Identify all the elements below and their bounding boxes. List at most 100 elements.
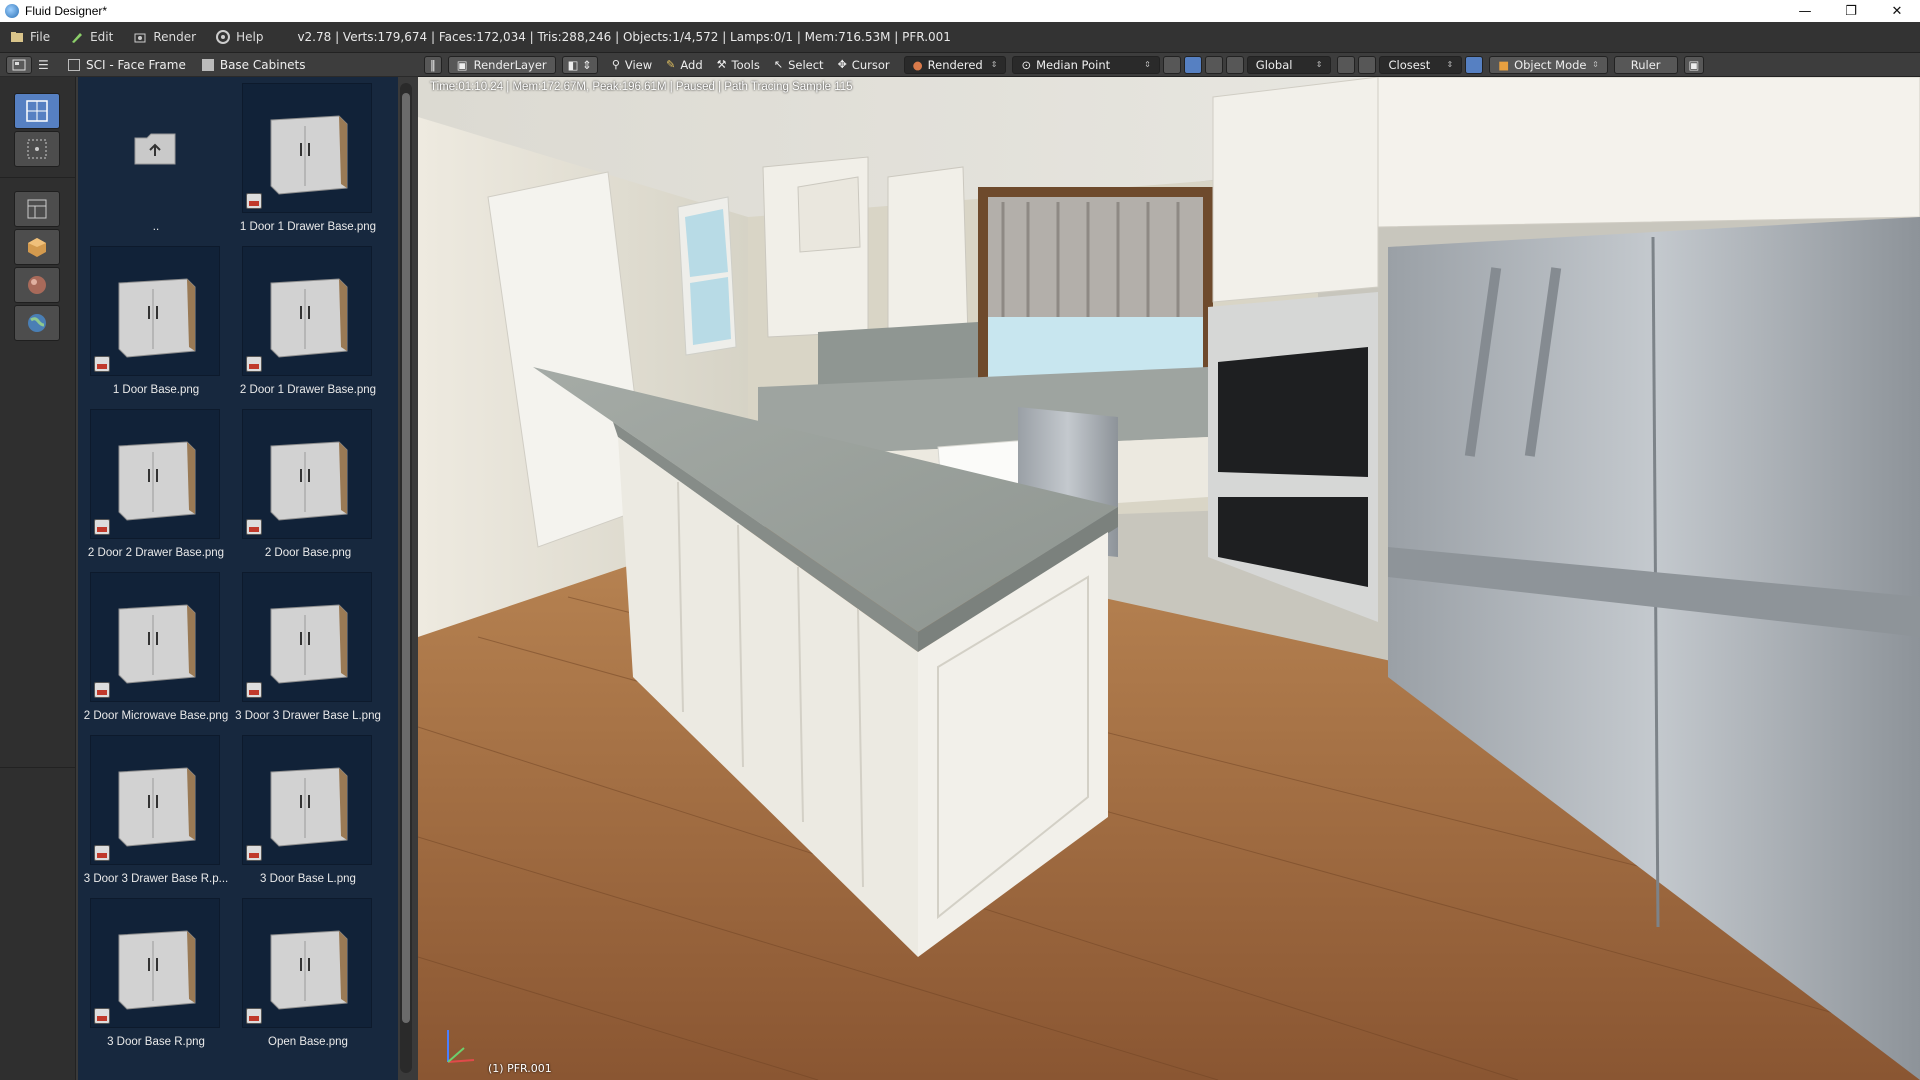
- render-layer-label: RenderLayer: [473, 57, 547, 72]
- image-file-icon: [246, 356, 262, 372]
- snap-target-label: Closest: [1388, 57, 1431, 72]
- library-file-item[interactable]: 2 Door 2 Drawer Base.png: [80, 409, 232, 572]
- material-library-button[interactable]: [14, 267, 60, 303]
- image-file-icon: [94, 682, 110, 698]
- grid-icon: [26, 100, 48, 122]
- manipulator-toggle[interactable]: [1162, 55, 1181, 74]
- image-file-icon: [246, 845, 262, 861]
- app-logo-icon: [5, 4, 19, 18]
- view-menu[interactable]: ⚲ View: [612, 58, 652, 72]
- breadcrumb-library[interactable]: SCI - Face Frame: [68, 58, 186, 72]
- info-menu-bar: File Edit Render Help v2.78 | Verts:179,…: [0, 22, 1920, 53]
- snap-points-button[interactable]: [14, 131, 60, 167]
- pause-render-button[interactable]: ‖: [424, 55, 442, 74]
- minimize-button[interactable]: —: [1782, 0, 1828, 22]
- library-scrollbar[interactable]: [400, 83, 412, 1073]
- active-object-name: (1) PFR.001: [488, 1062, 552, 1075]
- rotate-manipulator-toggle[interactable]: [1204, 55, 1223, 74]
- add-menu[interactable]: ✎ Add: [666, 58, 702, 72]
- library-file-label: Open Base.png: [268, 1036, 348, 1048]
- ruler-label: Ruler: [1630, 57, 1661, 72]
- image-file-icon: [94, 1008, 110, 1024]
- viewport-header: ‖ ▣ RenderLayer ◧ ⇕ ⚲ View ✎ Add ⚒ Tools ↖ S…: [418, 53, 1920, 77]
- dropdown-arrow-icon: ⇕: [1315, 60, 1323, 69]
- library-file-item[interactable]: 3 Door Base R.png: [80, 898, 232, 1061]
- library-file-label: 1 Door Base.png: [112, 384, 200, 396]
- parent-folder-thumb: [90, 83, 220, 213]
- dropdown-arrow-icon: ⇕: [990, 60, 998, 69]
- library-file-label: 3 Door Base L.png: [260, 873, 356, 885]
- crosshair-icon: ✥: [837, 58, 847, 71]
- library-file-item[interactable]: 2 Door 1 Drawer Base.png: [232, 246, 384, 409]
- pivot-dropdown[interactable]: ⊙ Median Point ⇕: [1012, 55, 1160, 74]
- view-menu-label: View: [624, 57, 653, 72]
- render-status: Time:01:10.24 | Mem:172.67M, Peak:196.61…: [430, 81, 853, 93]
- 3d-viewport[interactable]: Time:01:10.24 | Mem:172.67M, Peak:196.61…: [418, 77, 1920, 1080]
- snap-points-icon: [27, 139, 47, 159]
- library-file-item[interactable]: 3 Door 3 Drawer Base R.p...: [80, 735, 232, 898]
- translate-manipulator-toggle[interactable]: [1183, 55, 1202, 74]
- window-title: Fluid Designer*: [25, 4, 108, 18]
- library-file-label: 1 Door 1 Drawer Base.png: [239, 221, 377, 233]
- close-button[interactable]: ✕: [1874, 0, 1920, 22]
- scene-stats: v2.78 | Verts:179,674 | Faces:172,034 | …: [297, 30, 951, 44]
- image-file-icon: [246, 519, 262, 535]
- breadcrumb-library-label: SCI - Face Frame: [86, 57, 186, 72]
- library-file-item[interactable]: 1 Door 1 Drawer Base.png: [232, 83, 384, 246]
- snap-target-dropdown[interactable]: Closest ⇕: [1379, 55, 1463, 74]
- library-file-item[interactable]: 3 Door 3 Drawer Base L.png: [232, 572, 384, 735]
- folder-icon: [201, 58, 214, 71]
- orientation-dropdown[interactable]: Global ⇕: [1246, 55, 1332, 74]
- image-file-icon: [94, 519, 110, 535]
- library-file-item[interactable]: 2 Door Microwave Base.png: [80, 572, 232, 735]
- grid-view-button[interactable]: [14, 93, 60, 129]
- world-library-button[interactable]: [14, 305, 60, 341]
- breadcrumb-category-label: Base Cabinets: [219, 57, 306, 72]
- image-file-icon: [246, 193, 262, 209]
- pivot-icon: ⊙: [1021, 57, 1032, 72]
- library-file-item[interactable]: 2 Door Base.png: [232, 409, 384, 572]
- menu-edit[interactable]: Edit: [60, 22, 123, 53]
- library-file-label: 3 Door 3 Drawer Base R.p...: [83, 873, 229, 885]
- maximize-button[interactable]: ❐: [1828, 0, 1874, 22]
- parent-folder-label: ..: [152, 221, 160, 233]
- material-sphere-icon: [28, 276, 46, 294]
- image-file-icon: [94, 356, 110, 372]
- object-library-button[interactable]: [14, 229, 60, 265]
- scale-manipulator-toggle[interactable]: [1225, 55, 1244, 74]
- add-menu-label: Add: [680, 57, 703, 72]
- menu-help-label: Help: [236, 30, 264, 44]
- shading-dropdown[interactable]: ● Rendered ⇕: [903, 55, 1007, 74]
- parent-folder-icon: [134, 133, 176, 165]
- breadcrumb-category[interactable]: Base Cabinets: [201, 57, 306, 72]
- render-icon: [133, 30, 147, 44]
- menu-file[interactable]: File: [0, 22, 60, 53]
- dropdown-arrow-icon: ⇕: [1144, 60, 1151, 69]
- select-menu[interactable]: ↖ Select: [774, 58, 824, 72]
- library-file-item[interactable]: 3 Door Base L.png: [232, 735, 384, 898]
- cursor-menu[interactable]: ✥ Cursor: [838, 58, 890, 72]
- dropdown-arrow-icon: ⇕: [1592, 60, 1599, 69]
- layout-button[interactable]: [14, 191, 60, 227]
- snap-align-toggle[interactable]: [1465, 55, 1484, 74]
- snap-toggle[interactable]: [1358, 55, 1377, 74]
- layout-icon: [27, 199, 47, 219]
- menu-render[interactable]: Render: [123, 22, 206, 53]
- library-file-item[interactable]: Open Base.png: [232, 898, 384, 1061]
- proportional-edit-toggle[interactable]: [1337, 55, 1356, 74]
- image-file-icon: [94, 845, 110, 861]
- viewport-editor-type-button[interactable]: ◧ ⇕: [561, 55, 598, 74]
- library-scrollbar-thumb[interactable]: [402, 93, 410, 1023]
- library-panel: ☰ SCI - Face Frame Base Cabinets .. 1 Do…: [0, 53, 418, 1080]
- library-file-item[interactable]: 1 Door Base.png: [80, 246, 232, 409]
- tools-menu[interactable]: ⚒ Tools: [717, 58, 760, 72]
- parent-folder-item[interactable]: ..: [80, 83, 232, 246]
- render-preview-button[interactable]: ▣: [1683, 55, 1705, 74]
- mode-dropdown[interactable]: ■ Object Mode ⇕: [1489, 55, 1608, 74]
- ruler-button[interactable]: Ruler: [1613, 55, 1678, 74]
- editor-type-button[interactable]: [6, 55, 32, 74]
- render-layer-button[interactable]: ▣ RenderLayer: [447, 55, 556, 74]
- pivot-label: Median Point: [1036, 57, 1111, 72]
- menu-help[interactable]: Help: [206, 22, 273, 53]
- hamburger-menu-icon[interactable]: ☰: [38, 58, 52, 72]
